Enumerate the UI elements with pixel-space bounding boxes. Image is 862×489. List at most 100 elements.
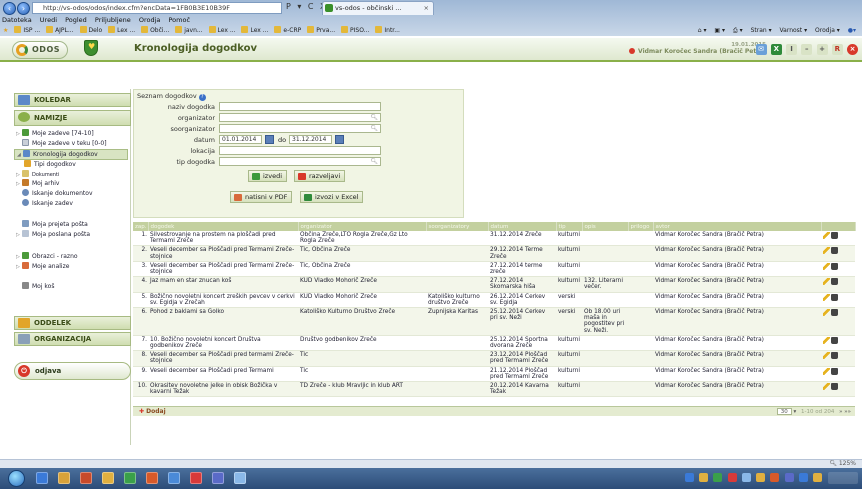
date-from-input[interactable]: 01.01.2014 (219, 135, 262, 144)
sidebar-item-moje-analize[interactable]: ▷ Moje analize (16, 262, 69, 271)
table-row[interactable]: 6. Pohod z baklami sa Golko Katoliško Kult… (133, 307, 855, 336)
column-header[interactable]: opis (582, 222, 629, 231)
taskbar-app-icon[interactable] (124, 472, 136, 484)
calendar-icon[interactable] (265, 135, 274, 144)
organizator-input[interactable]: 🔍︎ (219, 113, 381, 122)
taskbar-app-icon[interactable] (80, 472, 92, 484)
home-icon[interactable]: ⌂ ▾ (698, 27, 707, 34)
sidebar-item-kronologija[interactable]: ◢ Kronologija dogodkov (14, 149, 128, 160)
taskbar-folder-icon[interactable] (102, 472, 114, 484)
delete-icon[interactable] (831, 309, 838, 317)
tray-icon[interactable] (798, 473, 808, 482)
tray-icon[interactable] (727, 473, 737, 482)
sidebar-item-moj-arhiv[interactable]: ▷ Moj arhiv (16, 179, 59, 188)
fav-item[interactable]: AJPL... (46, 26, 74, 34)
sidebar-item-dokumenti[interactable]: ▷ Dokumenti (16, 170, 59, 179)
edit-icon[interactable] (823, 336, 830, 344)
fav-item[interactable]: ISP ... (14, 26, 40, 34)
table-row[interactable]: 2. Veseli december sa Ploščadi pred Terma… (133, 245, 855, 262)
fav-item[interactable]: Obči... (141, 26, 169, 34)
lokacija-input[interactable] (219, 146, 381, 155)
tray-icon[interactable] (770, 473, 780, 482)
menu-tools[interactable]: Orodja (139, 16, 161, 24)
chevron-down-icon[interactable]: ▾ (794, 409, 797, 415)
fav-item[interactable]: javn... (175, 26, 203, 34)
edit-icon[interactable] (823, 278, 830, 286)
reset-button[interactable]: razveljavi (294, 170, 346, 182)
page-size-select[interactable]: 30 (776, 408, 792, 415)
fav-item[interactable]: Lex ... (241, 26, 269, 34)
sidebar-item-obrazci[interactable]: ▷ Obrazci - razno (16, 252, 78, 261)
delete-icon[interactable] (831, 367, 838, 375)
search-icon[interactable]: 🔍︎ (370, 125, 378, 132)
edit-icon[interactable] (823, 293, 830, 301)
delete-icon[interactable] (831, 352, 838, 360)
logout-button[interactable]: ⏻ odjava (14, 362, 131, 380)
next-page-button[interactable]: » (839, 409, 842, 415)
sidebar-item-iskanje-zadev[interactable]: Iskanje zadev (16, 199, 73, 208)
column-header[interactable]: tip (556, 222, 583, 231)
plus-icon[interactable]: + (816, 44, 828, 55)
fav-item[interactable]: Lex ... (108, 26, 135, 34)
cmd-safety[interactable]: Varnost ▾ (780, 27, 808, 34)
forward-button[interactable]: › (17, 2, 30, 15)
calendar-icon[interactable] (335, 135, 344, 144)
table-row[interactable]: 3. Veseli december sa Ploščadi pred Terma… (133, 261, 855, 278)
taskbar-app-icon[interactable] (168, 472, 180, 484)
fav-item[interactable]: Intr... (375, 26, 400, 34)
menu-view[interactable]: Pogled (65, 16, 87, 24)
section-koledar[interactable]: KOLEDAR (14, 93, 131, 107)
column-header[interactable]: avtor (653, 222, 822, 231)
export-excel-button[interactable]: izvozi v Excel (300, 191, 364, 203)
taskbar-ie-icon[interactable] (36, 472, 48, 484)
table-row[interactable]: 10. Okrasitev novoletne jelke in obisk Bo… (133, 381, 855, 398)
print-icon[interactable]: ⎙ ▾ (733, 27, 743, 34)
taskbar-app-icon[interactable] (212, 472, 224, 484)
sidebar-item-prejeta-posta[interactable]: Moja prejeta pošta (16, 220, 88, 229)
tray-icon[interactable] (813, 473, 822, 482)
tray-icon[interactable] (741, 473, 751, 482)
info-icon[interactable]: I (786, 44, 798, 55)
fav-item[interactable]: e-CRP (274, 26, 301, 34)
delete-icon[interactable] (831, 278, 838, 286)
sidebar-item-tipi-dogodkov[interactable]: Tipi dogodkov (24, 160, 76, 169)
delete-icon[interactable] (831, 232, 838, 239)
delete-icon[interactable] (831, 262, 838, 270)
delete-icon[interactable] (831, 383, 838, 391)
execute-button[interactable]: izvedi (248, 170, 287, 182)
edit-icon[interactable] (823, 383, 830, 391)
tray-icon[interactable] (713, 473, 723, 482)
search-icon[interactable]: 🔍︎ (370, 114, 378, 121)
start-button[interactable] (8, 470, 25, 487)
add-button[interactable]: Dodaj (139, 408, 166, 415)
table-row[interactable]: 7. 10. Božično novoletni koncert Društva … (133, 335, 855, 352)
feeds-icon[interactable]: ▣ ▾ (714, 27, 725, 34)
user-name[interactable]: Vidmar Koročec Sandra (Bračič Petra) (629, 48, 766, 55)
fav-item[interactable]: Prva... (307, 26, 335, 34)
help-icon[interactable]: ●▾ (848, 27, 856, 34)
table-row[interactable]: 9. Veseli december sa Ploščadi pred Terma… (133, 366, 855, 383)
section-oddelek[interactable]: ODDELEK (14, 316, 131, 330)
mail-icon[interactable]: ✉ (755, 44, 767, 55)
fav-item[interactable]: Delo (79, 26, 102, 34)
menu-help[interactable]: Pomoč (168, 16, 190, 24)
taskbar-explorer-icon[interactable] (58, 472, 70, 484)
back-button[interactable]: ‹ (3, 2, 16, 15)
edit-icon[interactable] (823, 309, 830, 317)
close-tab-icon[interactable]: × (424, 2, 429, 14)
menu-file[interactable]: Datoteka (2, 16, 32, 24)
tip-input[interactable]: 🔍︎ (219, 157, 381, 166)
cmd-tools[interactable]: Orodja ▾ (815, 27, 840, 34)
tray-icon[interactable] (684, 473, 694, 482)
taskbar-app-icon[interactable] (190, 472, 202, 484)
taskbar-app-icon[interactable] (146, 472, 158, 484)
delete-icon[interactable] (831, 293, 838, 301)
fav-item[interactable]: PISO... (341, 26, 369, 34)
menu-favorites[interactable]: Priljubljene (95, 16, 131, 24)
table-row[interactable]: 4. Jaz mam en star znucan koš KUD Vladko M… (133, 276, 855, 293)
tray-icon[interactable] (699, 473, 709, 482)
sidebar-item-iskanje-dokumentov[interactable]: Iskanje dokumentov (16, 189, 93, 198)
table-row[interactable]: 8. Veseli december sa Ploščadi pred terma… (133, 350, 855, 367)
section-organizacija[interactable]: ORGANIZACIJA (14, 332, 131, 346)
tray-icon[interactable] (756, 473, 766, 482)
